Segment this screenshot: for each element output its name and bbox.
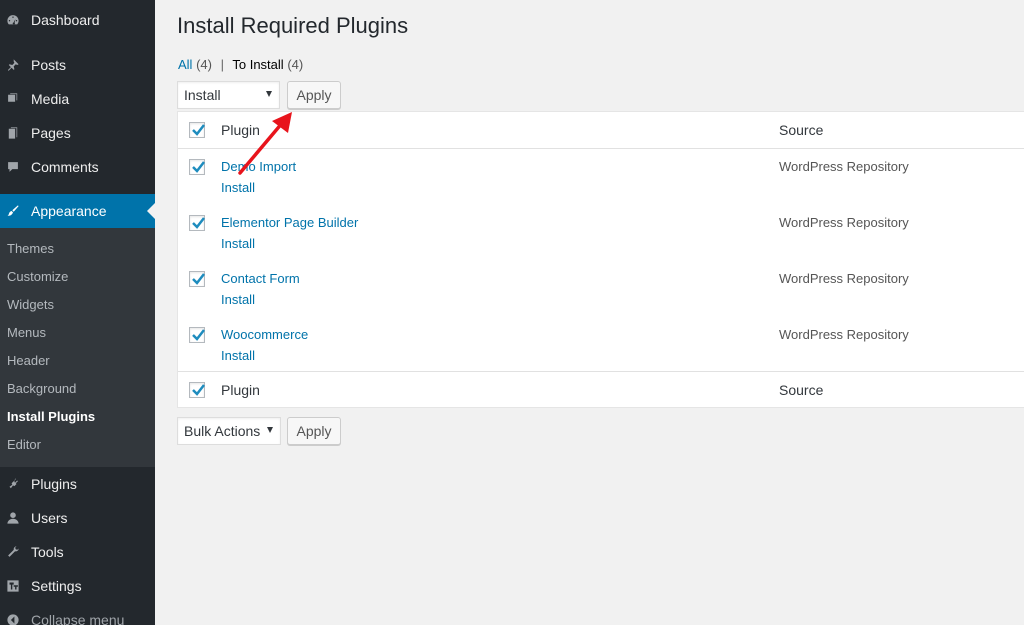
submenu-header[interactable]: Header (7, 353, 50, 373)
brush-icon (6, 204, 20, 218)
column-header-source: Source (779, 122, 824, 138)
dashboard-icon (6, 13, 20, 27)
menu-dashboard[interactable]: Dashboard (0, 3, 155, 37)
row-checkbox[interactable] (189, 271, 205, 287)
menu-pages[interactable]: Pages (0, 116, 155, 150)
bulk-action-select-bottom[interactable]: Bulk Actions (177, 417, 281, 445)
main-content: Install Required Plugins All (4) | To In… (155, 0, 1024, 625)
menu-label: Plugins (31, 476, 77, 492)
dropdown-caret-icon (266, 91, 272, 97)
comment-icon (6, 160, 20, 174)
bulk-action-value: Bulk Actions (184, 423, 261, 439)
menu-appearance[interactable]: Appearance (0, 194, 155, 228)
view-all-label: All (178, 57, 193, 72)
settings-icon (6, 579, 20, 593)
column-header-plugin: Plugin (221, 122, 260, 138)
view-filters: All (4) | To Install (4) (178, 57, 303, 72)
pin-icon (6, 58, 20, 72)
plugin-name-link[interactable]: Contact Form (221, 271, 300, 286)
bulk-action-select-top[interactable]: Install (177, 81, 280, 109)
menu-comments[interactable]: Comments (0, 150, 155, 184)
select-all-checkbox-footer[interactable] (189, 382, 205, 398)
menu-label: Media (31, 91, 70, 107)
row-checkbox[interactable] (189, 159, 205, 175)
install-link[interactable]: Install (221, 236, 255, 251)
submenu-customize[interactable]: Customize (7, 269, 68, 289)
plugin-source: WordPress Repository (779, 271, 909, 286)
apply-button-bottom[interactable]: Apply (287, 417, 341, 445)
submenu-editor[interactable]: Editor (7, 437, 41, 457)
plugin-name-link[interactable]: Demo Import (221, 159, 296, 174)
collapse-label: Collapse menu (31, 612, 125, 625)
plugin-source: WordPress Repository (779, 159, 909, 174)
menu-label: Users (31, 510, 68, 526)
submenu-background[interactable]: Background (7, 381, 76, 401)
submenu-widgets[interactable]: Widgets (7, 297, 54, 317)
view-to-install-count: (4) (287, 57, 304, 72)
column-footer-source: Source (779, 382, 824, 398)
plug-icon (6, 477, 20, 491)
table-row: Contact Form Install WordPress Repositor… (178, 262, 1024, 318)
view-all-link[interactable]: All (178, 57, 192, 72)
menu-label: Appearance (31, 203, 107, 219)
plugins-table: Plugin Source Demo Import Install WordPr… (177, 111, 1024, 408)
menu-tools[interactable]: Tools (0, 535, 155, 569)
table-footer: Plugin Source (178, 371, 1024, 408)
table-row: Elementor Page Builder Install WordPress… (178, 206, 1024, 262)
menu-label: Posts (31, 57, 67, 73)
view-all-count: (4) (196, 57, 212, 72)
view-separator: | (220, 57, 224, 72)
column-footer-plugin: Plugin (221, 382, 260, 398)
plugin-source: WordPress Repository (779, 327, 909, 342)
admin-sidebar: Dashboard Posts Media Pages Comments App… (0, 0, 155, 625)
view-to-install-link[interactable]: To Install (232, 57, 283, 72)
install-link[interactable]: Install (221, 292, 255, 307)
menu-label: Pages (31, 125, 71, 141)
menu-settings[interactable]: Settings (0, 569, 155, 603)
table-header: Plugin Source (178, 112, 1024, 149)
plugin-name-link[interactable]: Elementor Page Builder (221, 215, 358, 230)
submenu-themes[interactable]: Themes (7, 241, 54, 261)
row-checkbox[interactable] (189, 215, 205, 231)
menu-users[interactable]: Users (0, 501, 155, 535)
menu-media[interactable]: Media (0, 82, 155, 116)
menu-label: Comments (31, 159, 99, 175)
active-indicator (147, 203, 155, 219)
wrench-icon (6, 545, 20, 559)
table-row: Woocommerce Install WordPress Repository (178, 318, 1024, 371)
menu-label: Settings (31, 578, 82, 594)
page-title: Install Required Plugins (177, 13, 409, 38)
plugin-name-link[interactable]: Woocommerce (221, 327, 308, 342)
pages-icon (6, 126, 20, 140)
submenu-menus[interactable]: Menus (7, 325, 46, 345)
collapse-menu[interactable]: Collapse menu (0, 603, 155, 625)
menu-plugins[interactable]: Plugins (0, 467, 155, 501)
submenu-install-plugins[interactable]: Install Plugins (7, 409, 95, 429)
collapse-icon (6, 613, 20, 625)
bulk-action-value: Install (184, 87, 221, 103)
install-link[interactable]: Install (221, 180, 255, 195)
select-all-checkbox[interactable] (189, 122, 205, 138)
user-icon (6, 511, 20, 525)
appearance-submenu: Themes Customize Widgets Menus Header Ba… (0, 228, 155, 467)
dropdown-caret-icon (267, 427, 273, 433)
menu-posts[interactable]: Posts (0, 48, 155, 82)
menu-label: Tools (31, 544, 64, 560)
menu-label: Dashboard (31, 12, 100, 28)
install-link[interactable]: Install (221, 348, 255, 363)
media-icon (6, 92, 20, 106)
row-checkbox[interactable] (189, 327, 205, 343)
apply-button-top[interactable]: Apply (287, 81, 341, 109)
table-row: Demo Import Install WordPress Repository (178, 150, 1024, 206)
plugin-source: WordPress Repository (779, 215, 909, 230)
